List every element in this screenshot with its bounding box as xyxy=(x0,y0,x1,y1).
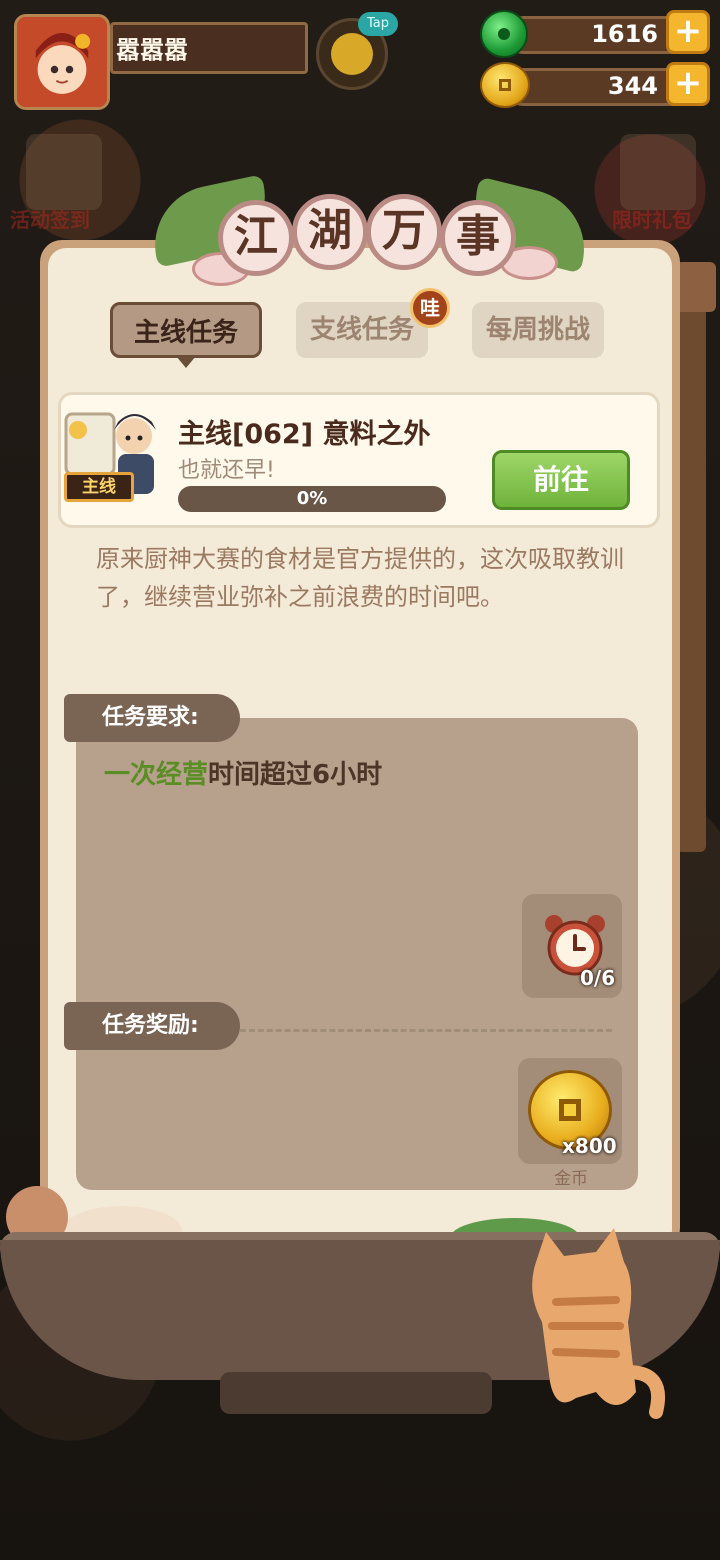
side-quest-badge: 哇 xyxy=(410,288,450,328)
panel-right-post-cap xyxy=(676,262,716,312)
side-label-gift: 限时礼包 xyxy=(612,208,692,232)
panel-right-post xyxy=(676,262,706,852)
player-avatar[interactable] xyxy=(14,14,110,110)
coin-icon xyxy=(480,62,530,108)
tab-weekly-challenge[interactable]: 每周挑战 xyxy=(472,302,604,358)
add-jade-button[interactable]: + xyxy=(666,10,710,54)
avatar-portrait xyxy=(17,17,107,107)
reward-label: 任务奖励: xyxy=(64,1002,240,1050)
title-char-4: 事 xyxy=(440,200,516,276)
reward-divider xyxy=(240,1029,612,1032)
tap-badge: Tap xyxy=(358,12,398,36)
gift-pack-icon[interactable] xyxy=(620,134,696,210)
quest-progress-bar: 0% xyxy=(178,486,446,512)
tab-side-quest[interactable]: 支线任务 xyxy=(296,302,428,358)
jade-icon xyxy=(480,10,528,58)
reward-amount: x800 xyxy=(562,1134,617,1158)
tab-main-quest[interactable]: 主线任务 xyxy=(110,302,262,358)
quest-description: 原来厨神大赛的食材是官方提供的，这次吸取教训了，继续营业弥补之前浪费的时间吧。 xyxy=(96,545,624,611)
sign-in-icon[interactable] xyxy=(26,134,102,210)
bowl-base xyxy=(220,1372,492,1414)
requirement-text: 一次经营时间超过6小时 xyxy=(104,754,382,791)
add-coins-button[interactable]: + xyxy=(666,62,710,106)
cat-mascot xyxy=(532,1228,666,1419)
reward-name: 金币 xyxy=(554,1169,588,1189)
requirement-rest: 时间超过6小时 xyxy=(208,760,383,790)
active-tab-pointer xyxy=(176,356,196,368)
title-char-1: 江 xyxy=(218,200,294,276)
main-quest-tag: 主线 xyxy=(64,472,134,502)
jade-amount: 1616 xyxy=(591,20,658,48)
coin-amount: 344 xyxy=(607,72,658,100)
quest-progress-label: 0% xyxy=(296,488,328,509)
title-char-2: 湖 xyxy=(292,194,368,270)
side-label-sign-in: 活动签到 xyxy=(10,208,90,232)
smiley-icon xyxy=(331,33,373,75)
quest-subtitle: 也就还早! xyxy=(178,458,275,483)
requirement-counter: 0/6 xyxy=(580,966,616,990)
requirement-label: 任务要求: xyxy=(64,694,240,742)
requirement-highlight: 一次经营 xyxy=(104,760,209,790)
title-char-3: 万 xyxy=(366,194,442,270)
player-name: 嚣嚣嚣 xyxy=(116,36,188,64)
quest-title: 主线[062] 意料之外 xyxy=(178,419,431,450)
go-button[interactable]: 前往 xyxy=(492,450,630,510)
